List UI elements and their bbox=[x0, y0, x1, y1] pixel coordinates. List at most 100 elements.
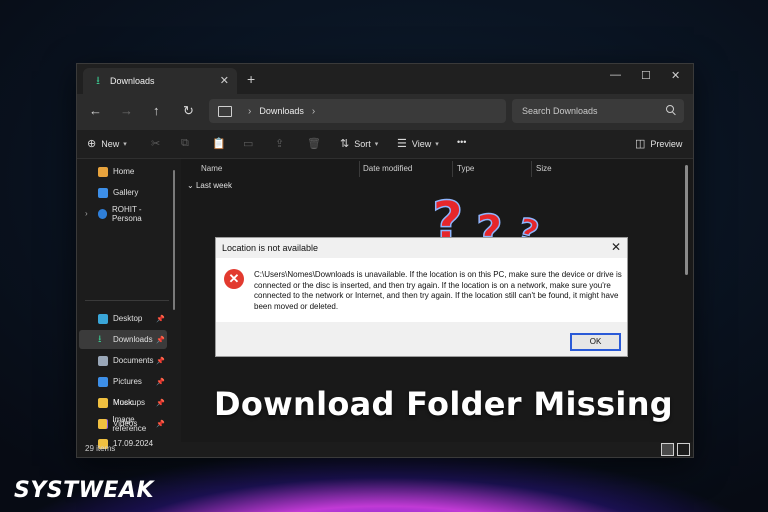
sort-label: Sort bbox=[354, 138, 371, 149]
sidebar-divider bbox=[85, 300, 169, 301]
computer-icon bbox=[218, 105, 232, 117]
download-icon: ⭳ bbox=[98, 333, 102, 345]
column-divider[interactable] bbox=[359, 161, 360, 177]
cloud-icon bbox=[98, 208, 107, 219]
chevron-right-icon[interactable]: › bbox=[312, 106, 315, 117]
pin-icon[interactable]: 📌 bbox=[156, 315, 165, 323]
tiles-view-button[interactable] bbox=[677, 443, 690, 456]
view-icon: ☰ bbox=[397, 138, 407, 150]
forward-button[interactable]: → bbox=[120, 103, 133, 118]
search-icon bbox=[666, 105, 674, 113]
ok-button[interactable]: OK bbox=[570, 333, 621, 351]
error-icon: ✕ bbox=[224, 269, 244, 289]
chevron-down-icon: ⌄ bbox=[187, 181, 196, 190]
command-bar: ⊕ New ▾ ✂ ⧉ 📋 ▭ ⇪ 🗑 ⇅ Sort ▾ ☰ View ▾ ••… bbox=[77, 130, 693, 159]
sidebar-item-pictures[interactable]: Pictures 📌 bbox=[79, 372, 167, 391]
sidebar-item-onedrive[interactable]: › ROHIT - Persona bbox=[79, 204, 167, 223]
dialog-close-button[interactable]: ✕ bbox=[611, 240, 621, 254]
tab-title: Downloads bbox=[110, 76, 155, 86]
group-label: Last week bbox=[195, 181, 232, 190]
dialog-body: ✕ C:\Users\Nomes\Downloads is unavailabl… bbox=[216, 258, 627, 322]
paste-icon[interactable]: 📋 bbox=[212, 137, 226, 150]
sidebar-item-documents[interactable]: Documents 📌 bbox=[79, 351, 167, 370]
tab-downloads[interactable]: ⭳ Downloads ✕ bbox=[83, 68, 237, 94]
column-header-type[interactable]: Type bbox=[457, 164, 474, 173]
view-button[interactable]: ☰ View ▾ bbox=[397, 137, 439, 150]
sidebar-item-label: Image reference bbox=[112, 414, 147, 433]
sidebar-item-home[interactable]: Home bbox=[79, 162, 167, 181]
systweak-logo: SYSTWEAK bbox=[14, 478, 154, 503]
folder-icon bbox=[98, 418, 108, 429]
rename-icon[interactable]: ▭ bbox=[243, 137, 253, 150]
pictures-icon bbox=[98, 376, 108, 387]
file-list-scrollbar[interactable] bbox=[685, 165, 688, 275]
close-window-button[interactable]: ✕ bbox=[671, 69, 680, 82]
pin-icon[interactable]: 📌 bbox=[156, 378, 165, 386]
plus-circle-icon: ⊕ bbox=[87, 138, 97, 150]
tab-close-icon[interactable]: ✕ bbox=[220, 74, 229, 87]
group-header-last-week[interactable]: ⌄ Last week bbox=[187, 181, 232, 190]
search-placeholder: Search Downloads bbox=[522, 106, 598, 116]
back-button[interactable]: ← bbox=[89, 103, 102, 118]
search-input[interactable]: Search Downloads bbox=[512, 99, 684, 123]
download-icon: ⭳ bbox=[96, 75, 100, 87]
details-view-button[interactable] bbox=[661, 443, 674, 456]
chevron-right-icon[interactable]: › bbox=[85, 209, 88, 218]
minimize-button[interactable]: — bbox=[610, 69, 621, 81]
view-label: View bbox=[411, 138, 432, 149]
address-bar[interactable]: › Downloads › bbox=[209, 99, 506, 123]
folder-icon bbox=[98, 397, 108, 408]
column-header-name[interactable]: Name bbox=[201, 164, 222, 173]
sidebar-item-label: ROHIT - Persona bbox=[111, 204, 142, 223]
copy-icon[interactable]: ⧉ bbox=[181, 137, 189, 150]
status-bar: 29 items bbox=[77, 442, 693, 457]
documents-icon bbox=[98, 355, 108, 366]
sidebar-item-label: Pictures bbox=[113, 377, 142, 386]
column-divider[interactable] bbox=[452, 161, 453, 177]
sort-icon: ⇅ bbox=[340, 138, 350, 150]
chevron-right-icon[interactable]: › bbox=[248, 106, 251, 117]
gallery-icon bbox=[98, 187, 108, 198]
chevron-down-icon: ▾ bbox=[435, 140, 439, 148]
preview-label: Preview bbox=[650, 138, 683, 149]
up-button[interactable]: ↑ bbox=[153, 103, 160, 118]
headline-overlay: Download Folder Missing bbox=[214, 385, 673, 423]
dialog-title: Location is not available bbox=[222, 243, 319, 253]
error-dialog: Location is not available ✕ ✕ C:\Users\N… bbox=[215, 237, 628, 357]
sidebar-item-label: Gallery bbox=[113, 188, 139, 197]
column-divider[interactable] bbox=[531, 161, 532, 177]
sidebar-scrollbar[interactable] bbox=[173, 170, 175, 310]
breadcrumb-downloads[interactable]: Downloads bbox=[259, 106, 304, 116]
pin-icon[interactable]: 📌 bbox=[156, 336, 165, 344]
column-header-size[interactable]: Size bbox=[536, 164, 552, 173]
share-icon[interactable]: ⇪ bbox=[275, 137, 284, 150]
sidebar-item-label: Desktop bbox=[113, 314, 143, 323]
sidebar-item-gallery[interactable]: Gallery bbox=[79, 183, 167, 202]
pin-icon[interactable]: 📌 bbox=[156, 357, 165, 365]
sidebar-item-label: Home bbox=[113, 167, 135, 176]
column-header-date-modified[interactable]: Date modified bbox=[363, 164, 412, 173]
sidebar-item-downloads[interactable]: ⭳ Downloads 📌 bbox=[79, 330, 167, 349]
sidebar-item-label: Downloads bbox=[113, 335, 153, 344]
sidebar-item-desktop[interactable]: Desktop 📌 bbox=[79, 309, 167, 328]
cut-icon[interactable]: ✂ bbox=[151, 137, 160, 150]
new-button[interactable]: ⊕ New ▾ bbox=[87, 137, 127, 150]
refresh-button[interactable]: ↻ bbox=[183, 103, 194, 119]
new-tab-button[interactable]: + bbox=[247, 71, 255, 87]
desktop-icon bbox=[98, 313, 108, 324]
sort-button[interactable]: ⇅ Sort ▾ bbox=[340, 137, 378, 150]
home-icon bbox=[98, 166, 108, 177]
chevron-down-icon: ▾ bbox=[374, 140, 379, 148]
navigation-bar: ← → ↑ ↻ › Downloads › Search Downloads bbox=[77, 94, 693, 130]
maximize-button[interactable]: ☐ bbox=[641, 69, 651, 82]
more-icon: ••• bbox=[457, 137, 467, 147]
new-label: New bbox=[101, 138, 120, 149]
item-count: 29 items bbox=[85, 444, 116, 453]
chevron-down-icon: ▾ bbox=[123, 140, 127, 148]
title-bar: ⭳ Downloads ✕ + — ☐ ✕ bbox=[77, 64, 693, 94]
preview-button[interactable]: ◫ Preview bbox=[635, 137, 682, 150]
sidebar-item-image-reference[interactable]: Image reference bbox=[79, 414, 167, 433]
delete-icon[interactable]: 🗑 bbox=[307, 137, 321, 150]
more-options-button[interactable]: ••• bbox=[457, 137, 466, 147]
sidebar-item-mockups[interactable]: Mockups bbox=[79, 393, 167, 412]
